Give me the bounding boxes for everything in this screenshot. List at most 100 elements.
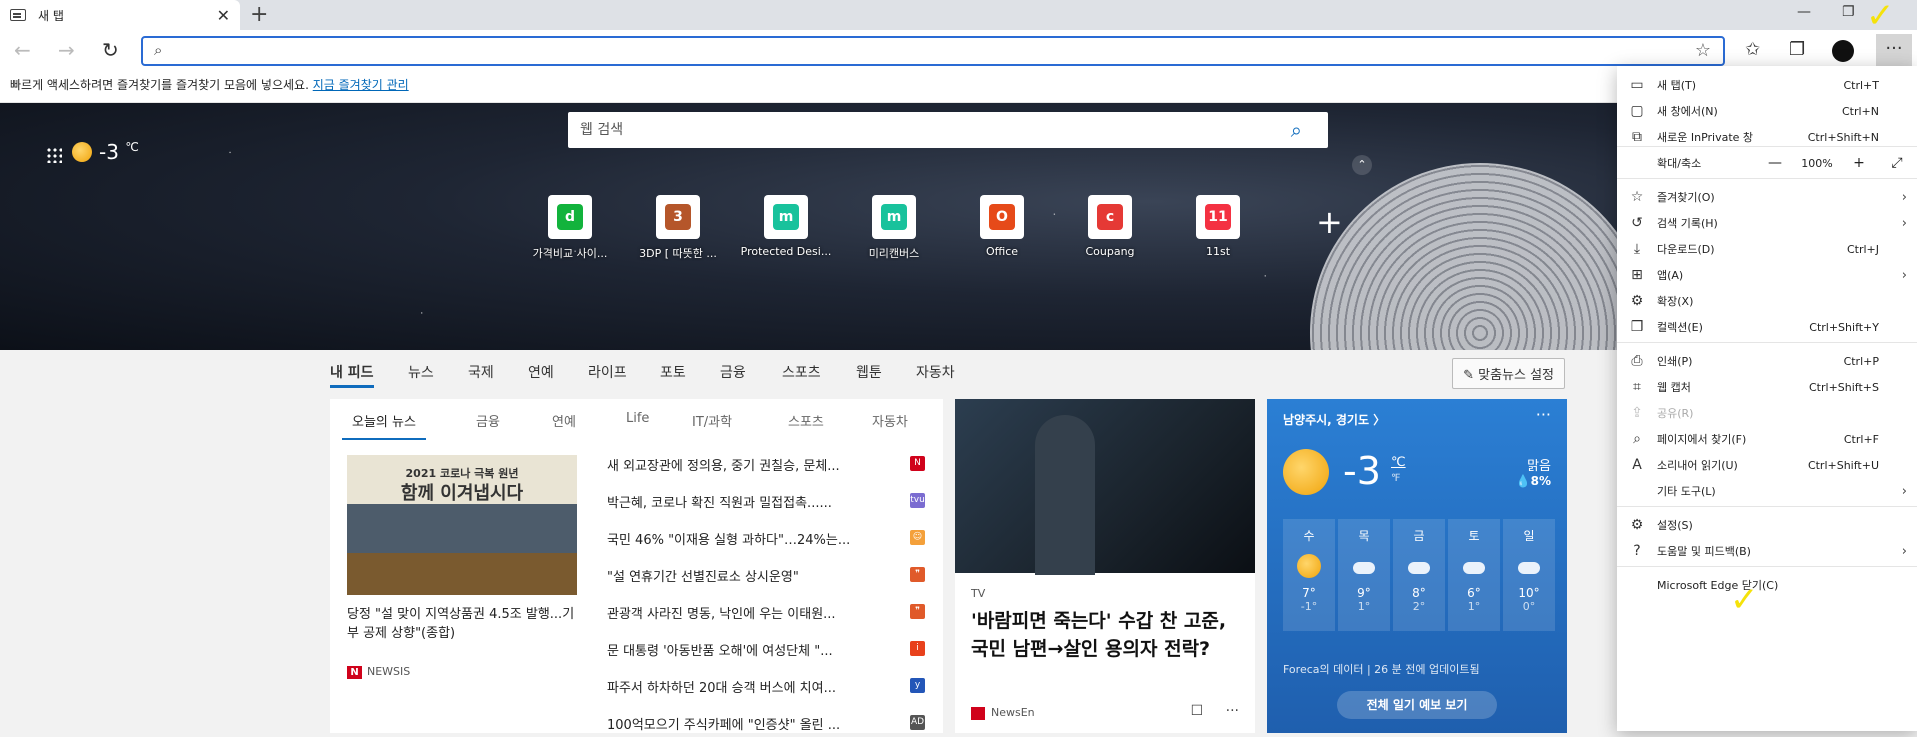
favorites-bar-text: 빠르게 액세스하려면 즐겨찾기를 즐겨찾기 모음에 넣으세요. [10, 78, 309, 92]
zoom-out-button[interactable]: — [1757, 155, 1793, 171]
menu-item-web-capture[interactable]: ⌗ 웹 캡처 Ctrl+Shift+S [1617, 374, 1917, 400]
quick-link-tile[interactable]: 3 3DP [ 따뜻한 ... [632, 195, 724, 261]
news-list-item[interactable]: 파주서 하차하던 20대 승객 버스에 치여... y [607, 677, 927, 697]
menu-item-share[interactable]: ⇪ 공유(R) [1617, 400, 1917, 426]
quick-link-logo-icon: 11 [1205, 204, 1231, 230]
weather-units[interactable]: ℃ ℉ [1391, 455, 1406, 485]
profile-avatar[interactable] [1832, 40, 1854, 62]
fullscreen-icon[interactable]: ⤢ [1877, 155, 1917, 171]
quick-link-tile[interactable]: c Coupang [1064, 195, 1156, 258]
partly-cloud-icon [1516, 554, 1542, 578]
feed-tab[interactable]: 금융 [720, 362, 746, 382]
feed-tab[interactable]: 국제 [468, 362, 494, 382]
search-icon: ⌕ [154, 41, 163, 59]
menu-item-history[interactable]: ↺ 검색 기록(H) › [1617, 210, 1917, 236]
news-list-item[interactable]: 관광객 사라진 명동, 낙인에 우는 이태원... ❞ [607, 603, 927, 623]
menu-item-more-tools[interactable]: 기타 도구(L) › [1617, 478, 1917, 504]
quick-link-tile[interactable]: m 미리캔버스 [848, 195, 940, 261]
news-category-tab[interactable]: Life [626, 411, 649, 426]
weather-condition: 맑음 [1527, 459, 1551, 474]
menu-item-apps[interactable]: ⊞ 앱(A) › [1617, 262, 1917, 288]
news-category-tab[interactable]: 자동차 [872, 411, 908, 430]
feed-tab[interactable]: 라이프 [588, 362, 627, 382]
news-list-item[interactable]: 문 대통령 '아동반품 오해'에 여성단체 "... i [607, 640, 927, 660]
news-list-item[interactable]: "설 연휴기간 선별진료소 상시운영" ❞ [607, 566, 927, 586]
news-category-tab[interactable]: 오늘의 뉴스 [342, 411, 426, 440]
forecast-day[interactable]: 일 10° 0° [1503, 519, 1555, 631]
menu-item-find-on-page[interactable]: ⌕ 페이지에서 찾기(F) Ctrl+F [1617, 426, 1917, 452]
news-headline[interactable]: 당정 "설 맞이 지역상품권 4.5조 발행...기부 공제 상향"(종합) [347, 605, 577, 643]
back-icon[interactable]: ← [14, 38, 31, 62]
feed-nav: 내 피드 뉴스 국제 연예 라이프 포토 금융 스포츠 웹툰 자동차 ✎ 맞춤뉴스 설정 [330, 358, 1565, 394]
news-list-item[interactable]: 박근혜, 코로나 확진 직원과 밀접접촉...... tvu [607, 492, 927, 512]
forward-icon[interactable]: → [58, 38, 75, 62]
menu-item-close-edge[interactable]: Microsoft Edge 닫기(C) [1617, 572, 1917, 598]
search-icon[interactable]: ⌕ [1291, 112, 1302, 148]
story-title[interactable]: '바람피면 죽는다' 수갑 찬 고준, 국민 남편→살인 용의자 전락? [971, 607, 1246, 663]
feed-tab[interactable]: 내 피드 [330, 362, 374, 388]
news-list-item[interactable]: 100억모으기 주식카페에 "인증샷" 올린 ... AD [607, 714, 927, 734]
refresh-icon[interactable]: ↻ [102, 38, 119, 62]
menu-item-settings[interactable]: ⚙ 설정(S) [1617, 512, 1917, 538]
search-placeholder: 웹 검색 [580, 122, 624, 138]
forecast-day[interactable]: 목 9° 1° [1338, 519, 1390, 631]
news-list-item[interactable]: 국민 46% "이재용 실형 과하다"…24%는... ☺ [607, 529, 927, 549]
tab-new-tab[interactable]: 새 탭 ✕ [0, 0, 240, 30]
forecast-day[interactable]: 수 7° -1° [1283, 519, 1335, 631]
full-forecast-button[interactable]: 전체 일기 예보 보기 [1337, 691, 1497, 719]
menu-item-read-aloud[interactable]: A 소리내어 읽기(U) Ctrl+Shift+U [1617, 452, 1917, 478]
feed-tab[interactable]: 포토 [660, 362, 686, 382]
quick-link-tile[interactable]: O Office [956, 195, 1048, 258]
favorites-icon[interactable]: ✩ [1745, 39, 1760, 60]
feed-tab[interactable]: 뉴스 [408, 362, 434, 382]
apps-grid-icon[interactable] [46, 147, 62, 163]
personalize-news-button[interactable]: ✎ 맞춤뉴스 설정 [1452, 358, 1565, 389]
feed-tab[interactable]: 연예 [528, 362, 554, 382]
quick-link-logo-icon: m [773, 204, 799, 230]
add-site-icon[interactable]: + [1316, 203, 1343, 241]
menu-item-favorites[interactable]: ☆ 즐겨찾기(O) › [1617, 184, 1917, 210]
news-category-tab[interactable]: 스포츠 [788, 411, 824, 430]
new-tab-button[interactable]: + [250, 2, 268, 27]
forecast-day[interactable]: 금 8° 2° [1393, 519, 1445, 631]
feed-tab[interactable]: 스포츠 [782, 362, 821, 382]
settings-more-button[interactable]: ··· [1876, 34, 1912, 68]
collapse-chevron-icon[interactable]: ⌃ [1352, 155, 1372, 175]
story-card[interactable]: TV '바람피면 죽는다' 수갑 찬 고준, 국민 남편→살인 용의자 전락? … [955, 399, 1255, 733]
web-search-box[interactable]: 웹 검색 ⌕ [568, 112, 1328, 148]
hero-weather[interactable]: -3 ℃ [99, 140, 139, 164]
quick-link-tile[interactable]: 11 11st [1172, 195, 1264, 258]
news-list-title: 100억모으기 주식카페에 "인증샷" 올린 ... [607, 718, 841, 733]
menu-separator [1617, 146, 1917, 147]
forecast-day[interactable]: 토 6° 1° [1448, 519, 1500, 631]
weather-more-icon[interactable]: ··· [1536, 405, 1551, 424]
collections-icon[interactable]: ❐ [1789, 39, 1805, 60]
feed-tab[interactable]: 웹툰 [856, 362, 882, 382]
menu-item-help-feedback[interactable]: ? 도움말 및 피드백(B) › [1617, 538, 1917, 564]
bookmark-icon[interactable]: ☐ [1191, 703, 1204, 719]
feed-tab[interactable]: 자동차 [916, 362, 955, 382]
favorite-star-icon[interactable]: ☆ [1695, 40, 1711, 61]
manage-favorites-link[interactable]: 지금 즐겨찾기 관리 [313, 78, 409, 92]
quick-link-tile[interactable]: m Protected Desi... [740, 195, 832, 258]
menu-item-downloads[interactable]: ⤓ 다운로드(D) Ctrl+J [1617, 236, 1917, 262]
news-category-tab[interactable]: IT/과학 [692, 411, 732, 430]
menu-item-collections[interactable]: ❒ 컬렉션(E) Ctrl+Shift+Y [1617, 314, 1917, 340]
restore-button[interactable]: ❐ [1842, 4, 1855, 20]
menu-item-new-window[interactable]: ▢ 새 창에서(N) Ctrl+N [1617, 98, 1917, 124]
close-tab-icon[interactable]: ✕ [217, 6, 230, 25]
news-category-tab[interactable]: 금융 [476, 411, 500, 430]
forecast-day-name: 일 [1523, 529, 1535, 543]
news-image[interactable]: 2021 코로나 극복 원년 함께 이겨냅시다 [347, 455, 577, 595]
menu-item-extensions[interactable]: ⚙ 확장(X) [1617, 288, 1917, 314]
news-category-tab[interactable]: 연예 [552, 411, 576, 430]
news-list-item[interactable]: 새 외교장관에 정의용, 중기 권칠승, 문체... N [607, 455, 927, 475]
address-bar[interactable]: ⌕ ☆ [141, 36, 1725, 66]
quick-link-tile[interactable]: d 가격비교 사이... [524, 195, 616, 261]
more-options-icon[interactable]: ··· [1226, 703, 1239, 719]
menu-item-new-tab[interactable]: ▭ 새 탭(T) Ctrl+T [1617, 72, 1917, 98]
minimize-button[interactable]: — [1797, 4, 1811, 20]
zoom-in-button[interactable]: + [1841, 155, 1877, 171]
menu-item-print[interactable]: ⎙ 인쇄(P) Ctrl+P [1617, 348, 1917, 374]
weather-location[interactable]: 남양주시, 경기도 〉 [1283, 411, 1385, 428]
